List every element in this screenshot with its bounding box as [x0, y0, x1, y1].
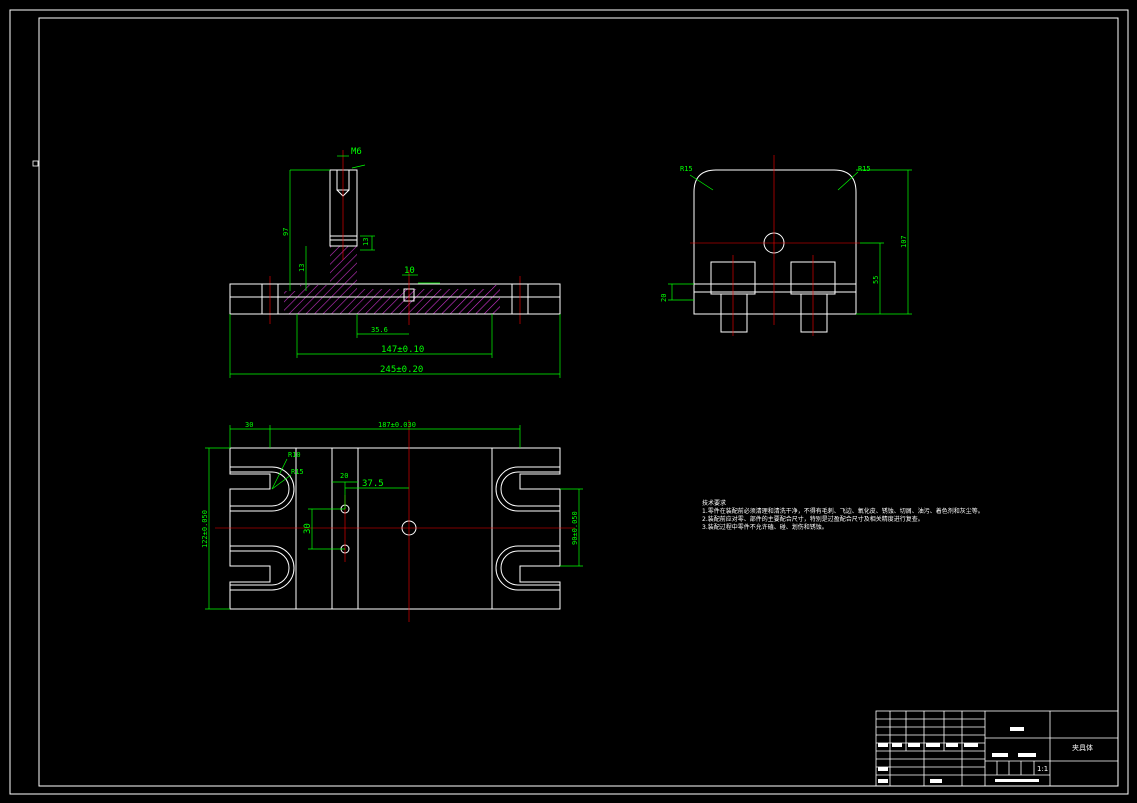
top-view: [215, 420, 575, 622]
side-dim-mid: 55: [872, 276, 880, 284]
front-section-hatch: [284, 246, 500, 314]
front-dim-small: 13: [298, 264, 306, 272]
notes-title: 技术要求: [702, 499, 726, 507]
side-dim-height: 107: [900, 235, 908, 248]
top-dim-right-height: 90±0.050: [571, 511, 579, 545]
top-dim-r10: R10: [288, 451, 301, 459]
title-part-name: 夹具体: [1072, 743, 1093, 752]
cad-drawing: 245±0.20 147±0.10 10 M6 35.6 13 97 13 R1…: [9, 9, 1129, 795]
notes-item-1: 1.零件在装配前必须清理和清洗干净，不得有毛刺、飞边、氧化皮、锈蚀、切屑、油污、…: [702, 507, 984, 515]
top-dim-left-30: 30: [245, 421, 253, 429]
corner-marker: [32, 160, 39, 167]
front-dim-bottom: 35.6: [371, 326, 388, 334]
front-dim-slot: 10: [404, 266, 415, 276]
top-dim-375: 37.5: [362, 479, 384, 489]
front-dim-height: 97: [282, 228, 290, 236]
side-dim-left-small: 20: [660, 294, 668, 302]
front-dim-thread: M6: [351, 147, 362, 157]
technical-notes: 技术要求 1.零件在装配前必须清理和清洗干净，不得有毛刺、飞边、氧化皮、锈蚀、切…: [702, 499, 984, 531]
side-dim-r-left: R15: [680, 165, 693, 173]
top-dim-vert-30: 30: [303, 523, 313, 534]
outer-frame: [9, 9, 1129, 795]
front-view: [229, 150, 561, 325]
front-dim-overall: 245±0.20: [380, 365, 423, 375]
top-dim-left-height: 122±0.050: [201, 510, 209, 548]
top-body-outline: [229, 447, 561, 610]
side-dim-r-right: R15: [858, 165, 871, 173]
front-dim-mid: 147±0.10: [381, 345, 424, 355]
front-upright: [329, 169, 358, 247]
notes-item-3: 3.装配过程中零件不允许磕、碰、划伤和锈蚀。: [702, 523, 828, 531]
front-dim-step: 13: [362, 238, 370, 246]
side-view: [690, 155, 860, 336]
side-view-dim-text: R15 R15 107 55 20: [660, 165, 908, 302]
title-scale: 1:1: [1037, 765, 1048, 773]
notes-item-2: 2.装配前应对零、部件的主要配合尺寸，特别是过盈配合尺寸及相关精度进行复查。: [702, 515, 924, 523]
top-dim-20: 20: [340, 472, 348, 480]
top-view-dimensions: [205, 425, 583, 610]
top-dim-r15: R15: [291, 468, 304, 476]
inner-frame: [38, 17, 1119, 787]
top-dim-width: 187±0.030: [378, 421, 416, 429]
top-view-dim-text: 187±0.030 30 R10 R15 20 37.5 30 122±0.05…: [201, 421, 579, 548]
